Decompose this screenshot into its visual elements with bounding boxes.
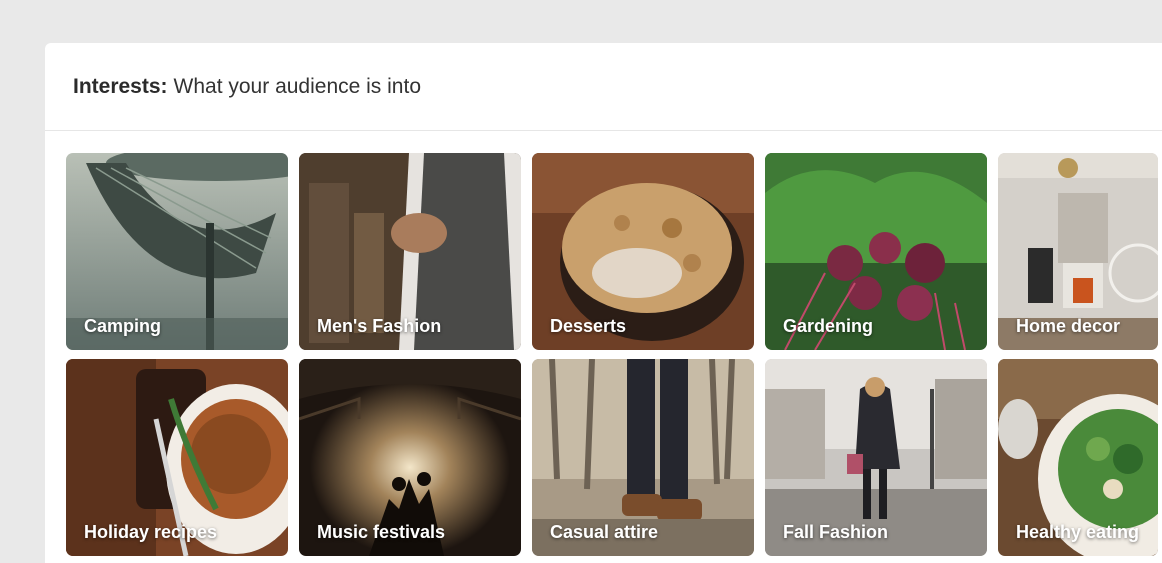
interest-label: Men's Fashion (317, 316, 442, 336)
interest-tile-camping[interactable]: Camping (66, 153, 288, 350)
header-title-strong: Interests: (73, 74, 168, 98)
interest-tile-holiday-recipes[interactable]: Holiday recipes (66, 359, 288, 556)
interest-tile-home-decor[interactable]: Home decor (998, 153, 1158, 350)
interest-label: Gardening (783, 316, 874, 336)
interest-label: Music festivals (317, 522, 446, 542)
interest-tile-casual-attire[interactable]: Casual attire (532, 359, 754, 556)
interest-tile-music-festivals[interactable]: Music festivals (299, 359, 521, 556)
interest-tile-mens-fashion[interactable]: Men's Fashion (299, 153, 521, 350)
interest-label: Desserts (550, 316, 627, 336)
interest-label: Home decor (1016, 316, 1121, 336)
header-title-rest: What your audience is into (173, 74, 421, 98)
panel-header: Interests: What your audience is into (45, 43, 1162, 131)
interest-label: Camping (84, 316, 162, 336)
interest-tile-fall-fashion[interactable]: Fall Fashion (765, 359, 987, 556)
interest-label: Casual attire (550, 522, 659, 542)
interest-tile-gardening[interactable]: Gardening (765, 153, 987, 350)
interest-label: Fall Fashion (783, 522, 889, 542)
interest-label: Healthy eating (1016, 522, 1140, 542)
interest-tile-desserts[interactable]: Desserts (532, 153, 754, 350)
interest-tile-healthy-eating[interactable]: Healthy eating (998, 359, 1158, 556)
interest-label: Holiday recipes (84, 522, 218, 542)
